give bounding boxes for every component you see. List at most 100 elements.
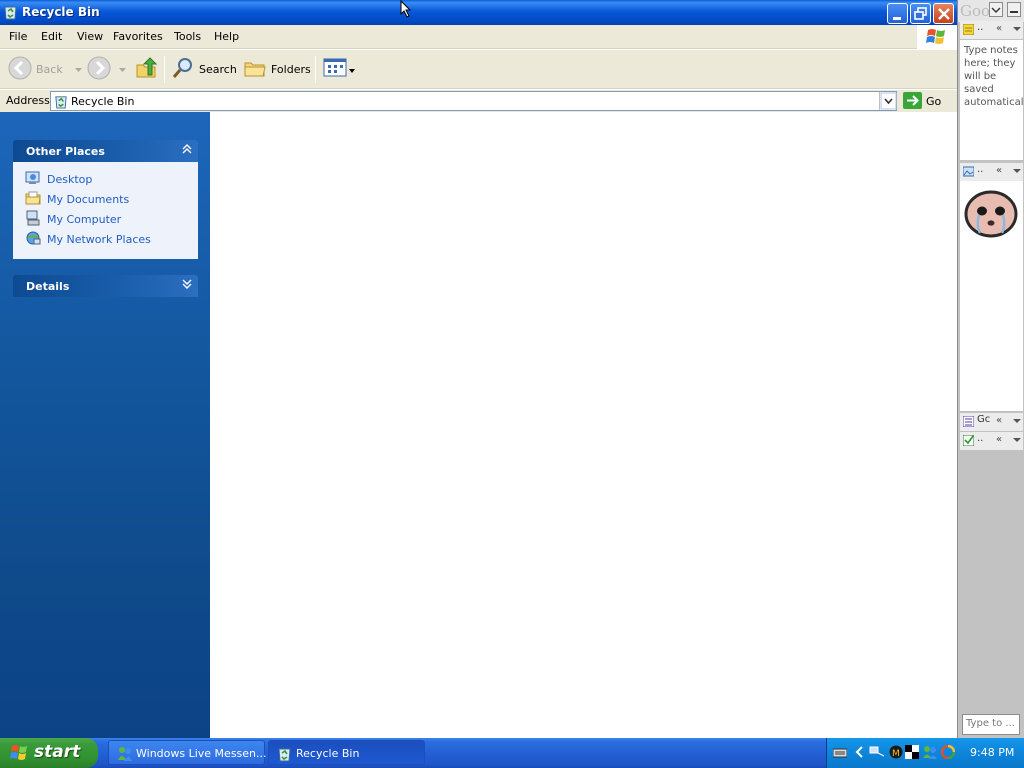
checkered-icon[interactable] — [905, 745, 919, 759]
photos-gadget-header[interactable]: .. « — [960, 163, 1023, 181]
show-hidden-icons-chevron-icon[interactable] — [853, 745, 867, 759]
address-dropdown-button[interactable] — [879, 92, 897, 110]
messenger-icon — [117, 746, 133, 765]
mouse-cursor-icon — [400, 0, 412, 21]
search-label: Search — [199, 62, 237, 76]
back-dropdown-icon[interactable] — [74, 63, 82, 76]
desktop-icon — [25, 170, 41, 189]
forward-button[interactable] — [87, 56, 126, 82]
link-label: Desktop — [47, 172, 93, 186]
file-list-area[interactable] — [210, 112, 957, 738]
menu-favorites[interactable]: Favorites — [113, 30, 163, 43]
other-places-header[interactable]: Other Places — [13, 140, 198, 162]
photo-gadget[interactable] — [960, 181, 1023, 411]
link-label: My Documents — [47, 192, 130, 206]
taskbar-button-messenger[interactable]: Windows Live Messen... — [108, 740, 267, 765]
notes-gadget-header[interactable]: .. « — [960, 21, 1023, 39]
tasks-gadget-header[interactable]: .. « — [960, 432, 1023, 450]
checkbox-icon — [962, 434, 975, 447]
views-dropdown-icon[interactable] — [349, 63, 355, 76]
details-title: Details — [26, 280, 70, 293]
recycle-bin-icon — [3, 4, 18, 20]
task-label: Recycle Bin — [296, 747, 360, 760]
collapse-left-icon[interactable]: « — [996, 165, 1002, 176]
forward-dropdown-icon[interactable] — [119, 63, 126, 76]
collapse-left-icon[interactable]: « — [996, 23, 1002, 34]
menu-edit[interactable]: Edit — [41, 30, 62, 43]
sidebar-search-input[interactable]: Type to ... — [962, 714, 1020, 735]
folders-button[interactable]: Folders — [243, 56, 311, 82]
link-desktop[interactable]: Desktop — [25, 170, 92, 188]
network-icon[interactable] — [869, 745, 885, 759]
sidebar-header: Goo — [958, 0, 1024, 22]
messenger-tray-icon[interactable] — [922, 745, 937, 759]
sidebar-menu-button[interactable] — [989, 2, 1003, 17]
toolbar-separator — [164, 56, 165, 83]
views-icon — [323, 56, 347, 83]
views-button[interactable] — [323, 56, 355, 82]
media-player-icon[interactable]: M — [889, 745, 903, 759]
network-places-icon — [25, 230, 41, 249]
other-places-body: Desktop My Documents My Computer My Netw… — [13, 162, 198, 259]
link-my-network-places[interactable]: My Network Places — [25, 230, 151, 248]
search-button[interactable]: Search — [171, 56, 237, 82]
address-input[interactable]: Recycle Bin — [50, 91, 897, 111]
clock[interactable]: 9:48 PM — [970, 746, 1014, 759]
crying-face-image — [964, 190, 1018, 238]
menu-tools[interactable]: Tools — [174, 30, 201, 43]
my-computer-icon — [25, 210, 41, 229]
gadget-menu-icon[interactable] — [1013, 27, 1021, 31]
taskbar-button-recycle-bin[interactable]: Recycle Bin — [268, 740, 425, 765]
gadget-menu-icon[interactable] — [1013, 169, 1021, 173]
start-button[interactable]: start — [0, 738, 98, 768]
task-label: Windows Live Messen... — [136, 747, 267, 760]
details-header[interactable]: Details — [13, 275, 198, 297]
sidebar-minimize-button[interactable] — [1007, 2, 1021, 17]
photos-icon — [962, 166, 975, 177]
expand-chevron-icon[interactable] — [182, 279, 192, 292]
gadget-menu-icon[interactable] — [1013, 438, 1021, 442]
sidebar-logo[interactable]: Goo — [960, 2, 990, 20]
back-label: Back — [36, 62, 63, 76]
up-folder-button[interactable] — [134, 56, 158, 82]
link-my-documents[interactable]: My Documents — [25, 190, 129, 208]
folders-label: Folders — [271, 62, 311, 76]
browser-icon[interactable] — [940, 744, 956, 760]
title-bar[interactable]: Recycle Bin — [0, 0, 957, 25]
notes-text-area[interactable]: Type notes here; they will be saved auto… — [960, 40, 1024, 160]
menu-file[interactable]: File — [9, 30, 27, 43]
gadget-sidebar: Goo .. « Type notes here; they will be s… — [957, 0, 1024, 738]
gadget-menu-icon[interactable] — [1013, 419, 1021, 423]
recycle-bin-icon — [277, 746, 292, 765]
todo-list-icon — [962, 415, 975, 428]
window-title: Recycle Bin — [22, 5, 100, 19]
menu-help[interactable]: Help — [214, 30, 239, 43]
taskbar: start Windows Live Messen... Recycle Bin — [0, 738, 1024, 768]
link-label: My Network Places — [47, 232, 151, 246]
todo-gadget-header[interactable]: Gc « — [960, 413, 1023, 431]
system-tray: M 9:48 PM — [826, 738, 1024, 768]
restore-button[interactable] — [910, 3, 931, 24]
back-button[interactable]: Back — [8, 56, 82, 82]
address-bar: Address Recycle Bin Go — [0, 90, 957, 112]
toolbar-separator — [315, 56, 316, 83]
other-places-title: Other Places — [26, 145, 105, 158]
windows-logo-icon — [917, 25, 957, 49]
close-button[interactable] — [933, 3, 954, 24]
keyboard-icon[interactable] — [832, 745, 848, 759]
svg-text:M: M — [892, 749, 900, 759]
link-my-computer[interactable]: My Computer — [25, 210, 121, 228]
todo-gadget-title: Gc — [977, 414, 991, 425]
collapse-chevron-icon[interactable] — [182, 144, 192, 157]
windows-flag-icon — [9, 744, 31, 765]
minimize-button[interactable] — [887, 3, 908, 24]
collapse-left-icon[interactable]: « — [996, 434, 1002, 445]
menu-view[interactable]: View — [77, 30, 103, 43]
notes-icon — [962, 23, 975, 36]
search-icon — [171, 56, 195, 83]
go-label: Go — [926, 95, 942, 108]
go-button[interactable]: Go — [903, 91, 942, 111]
collapse-left-icon[interactable]: « — [996, 415, 1002, 426]
back-arrow-icon — [8, 56, 32, 83]
gadget-title-ellipsis: .. — [977, 22, 984, 33]
